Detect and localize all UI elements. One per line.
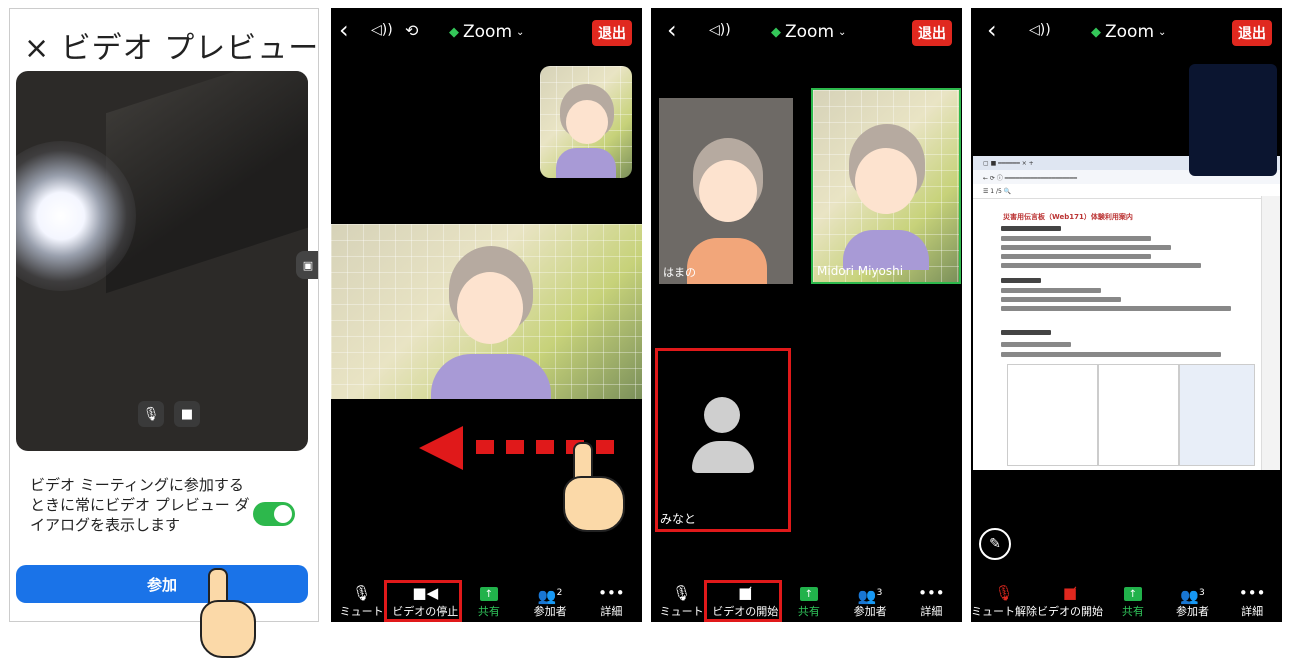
participant-name: はまの (663, 266, 696, 279)
shield-icon: ◆ (449, 24, 459, 40)
finger-tap-icon (200, 568, 256, 658)
participants-button[interactable]: 👥3 参加者 (1163, 582, 1223, 622)
swipe-finger-icon (563, 442, 625, 532)
participants-button[interactable]: 👥3 参加者 (840, 582, 901, 622)
participant-name: Midori Miyoshi (817, 264, 904, 278)
chevron-down-icon: ⌄ (1158, 26, 1167, 38)
share-icon: ↑ (479, 587, 498, 601)
highlight-start-video (704, 580, 782, 622)
meeting-title[interactable]: ◆ Zoom ⌄ (771, 22, 846, 42)
start-video-button[interactable]: ■̸ ビデオの開始 (1037, 582, 1103, 622)
participant-tile-no-video[interactable]: みなと (655, 348, 791, 532)
meeting-title[interactable]: ◆ Zoom ⌄ (449, 22, 524, 42)
more-button[interactable]: ••• 詳細 (581, 582, 642, 622)
mic-off-icon: 🎙 (994, 584, 1014, 602)
more-button[interactable]: ••• 詳細 (901, 582, 962, 622)
speaker-icon[interactable]: ◁)) (371, 22, 393, 38)
ceiling-shadow (106, 71, 308, 294)
switch-camera-icon[interactable]: ⟲ (405, 21, 418, 40)
doc-screenshot (1179, 364, 1255, 466)
meeting-top-bar: ‹ ◁)) ◆ Zoom ⌄ 退出 (651, 8, 962, 58)
chevron-down-icon: ⌄ (838, 26, 847, 38)
share-button[interactable]: ↑ 共有 (1103, 582, 1163, 622)
meeting-title[interactable]: ◆ Zoom ⌄ (1091, 22, 1166, 42)
more-icon: ••• (598, 584, 625, 602)
video-off-icon: ■̸ (1062, 584, 1078, 602)
highlight-stop-video (384, 580, 462, 622)
doc-heading: 災害用伝言板（Web171）体験利用案内 (1003, 213, 1133, 221)
preview-header: × ビデオ プレビュー (24, 23, 319, 67)
self-view-thumbnail[interactable] (1189, 64, 1277, 176)
mic-icon: 🎙 (672, 584, 692, 602)
self-view-thumbnail[interactable] (540, 66, 632, 178)
meeting-top-bar: ‹ ◁)) ◆ Zoom ⌄ 退出 (971, 8, 1282, 58)
leave-button[interactable]: 退出 (1232, 20, 1272, 46)
unmute-button[interactable]: 🎙 ミュート解除 (971, 582, 1037, 622)
pdf-toolbar: ☰ 1 /5 🔍 (973, 184, 1280, 199)
always-show-preview-toggle[interactable] (253, 502, 295, 526)
page-title: ビデオ プレビュー (60, 31, 319, 66)
meeting-toolbar: 🎙 ミュート ■̸ ビデオの開始 ↑ 共有 👥3 参加者 ••• 詳細 (651, 582, 962, 622)
participant-tile[interactable]: はまの (659, 98, 793, 284)
avatar-body (692, 441, 754, 473)
meeting-screen-video-off: ‹ ◁)) ◆ Zoom ⌄ 退出 はまの Midori Miyoshi みなと 🎙… (651, 8, 962, 622)
leave-button[interactable]: 退出 (912, 20, 952, 46)
speaker-icon[interactable]: ◁)) (1029, 22, 1051, 38)
video-icon[interactable]: ■ (174, 401, 200, 427)
camera-preview: 🎙 ■ (16, 71, 308, 451)
share-icon: ↑ (799, 587, 818, 601)
participants-button[interactable]: 👥2 参加者 (520, 582, 581, 622)
background-effect-icon[interactable]: ▣ (296, 251, 318, 279)
more-icon: ••• (1238, 584, 1266, 602)
back-icon[interactable]: ‹ (987, 18, 997, 42)
back-icon[interactable]: ‹ (667, 18, 677, 42)
doc-screenshot (1097, 364, 1179, 466)
participants-icon: 👥3 (1180, 587, 1205, 605)
participants-icon: 👥3 (857, 587, 883, 605)
shared-screen: ▢ ■ ━━━━━━ × + ← ⟳ ⓘ ━━━━━━━━━━━━━━━━━━━… (973, 156, 1280, 470)
back-icon[interactable]: ‹ (339, 18, 349, 42)
meeting-toolbar: 🎙 ミュート ■◀ ビデオの停止 ↑ 共有 👥2 参加者 ••• 詳細 (331, 582, 642, 622)
speaker-icon[interactable]: ◁)) (709, 22, 731, 38)
participants-icon: 👥2 (537, 587, 563, 605)
meeting-screen-share: ‹ ◁)) ◆ Zoom ⌄ 退出 ▢ ■ ━━━━━━ × + ← ⟳ ⓘ ━━━… (971, 8, 1282, 622)
close-icon[interactable]: × (24, 31, 50, 66)
share-button[interactable]: ↑ 共有 (778, 582, 839, 622)
annotate-pencil-icon[interactable]: ✎ (979, 528, 1011, 560)
browser-sidebar (1261, 196, 1280, 470)
participant-name: みなと (660, 512, 697, 526)
mic-icon[interactable]: 🎙 (138, 401, 164, 427)
share-button[interactable]: ↑ 共有 (458, 582, 519, 622)
mic-icon: 🎙 (352, 584, 372, 602)
avatar-icon (704, 397, 740, 433)
more-button[interactable]: ••• 詳細 (1222, 582, 1282, 622)
active-speaker-video (331, 224, 642, 399)
shield-icon: ◆ (1091, 24, 1101, 40)
participant-tile-active[interactable]: Midori Miyoshi (811, 88, 961, 284)
preview-setting-label: ビデオ ミーティングに参加するときに常にビデオ プレビュー ダイアログを表示しま… (30, 476, 250, 534)
swipe-arrow-icon (419, 426, 463, 470)
more-icon: ••• (918, 584, 945, 602)
video-preview-screen: × ビデオ プレビュー 🎙 ■ ▣ ビデオ ミーティングに参加するときに常にビデ… (9, 8, 319, 622)
doc-screenshot (1007, 364, 1099, 466)
join-button[interactable]: 参加 (16, 565, 308, 603)
shield-icon: ◆ (771, 24, 781, 40)
chevron-down-icon: ⌄ (516, 26, 525, 38)
meeting-screen-video-on: ‹ ◁)) ⟲ ◆ Zoom ⌄ 退出 🎙 ミュート ■◀ ビデオの停止 ↑ 共有 👥2 参… (331, 8, 642, 622)
meeting-top-bar: ‹ ◁)) ⟲ ◆ Zoom ⌄ 退出 (331, 8, 642, 58)
share-icon: ↑ (1123, 587, 1142, 601)
leave-button[interactable]: 退出 (592, 20, 632, 46)
meeting-toolbar: 🎙 ミュート解除 ■̸ ビデオの開始 ↑ 共有 👥3 参加者 ••• 詳細 (971, 582, 1282, 622)
